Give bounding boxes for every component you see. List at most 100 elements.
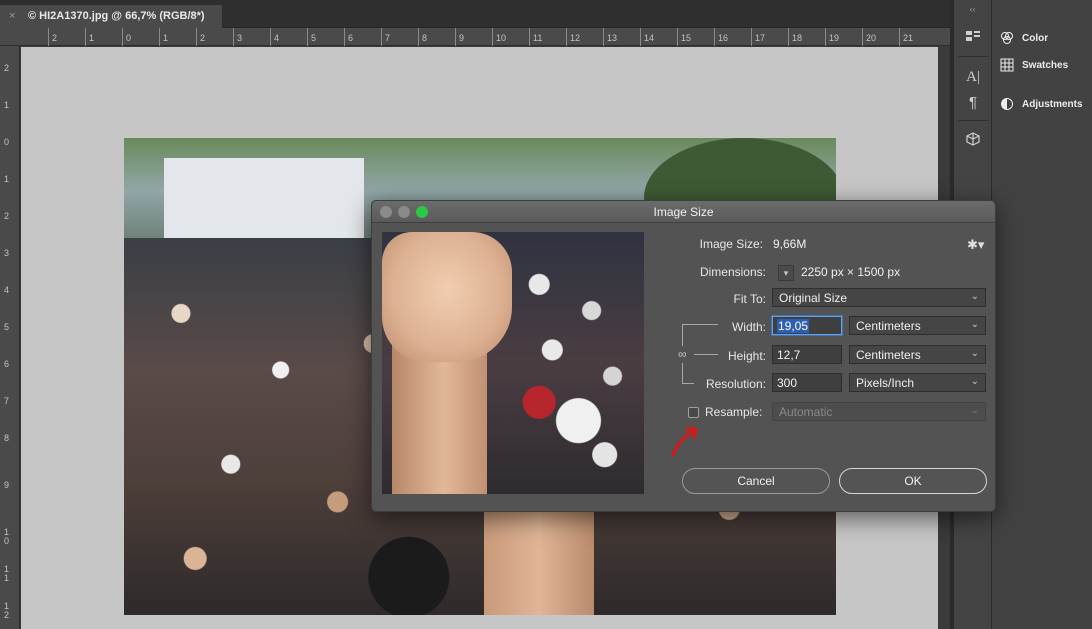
ruler-v-tick: 2 — [4, 211, 10, 221]
ruler-h-tick: 1 — [84, 28, 95, 46]
color-panel-tab[interactable]: Color — [1000, 28, 1048, 48]
resample-label: Resample: — [705, 405, 763, 419]
annotation-arrow-icon — [671, 427, 698, 457]
paragraph-icon[interactable]: ¶ — [962, 92, 984, 114]
swatches-icon — [1000, 58, 1014, 72]
ruler-v-tick: 4 — [4, 285, 10, 295]
constrain-bracket-top — [682, 324, 718, 325]
constrain-proportions-link-icon[interactable]: ∞ — [678, 347, 687, 361]
ruler-v-tick: 6 — [4, 359, 10, 369]
libraries-icon[interactable] — [962, 28, 984, 50]
document-tab[interactable]: × © HI2A1370.jpg @ 66,7% (RGB/8*) — [0, 5, 222, 28]
3d-icon[interactable] — [962, 131, 984, 153]
ruler-h-tick: 10 — [491, 28, 507, 46]
color-icon — [1000, 31, 1014, 45]
resample-method-select[interactable]: Automatic ⌄ — [772, 402, 986, 421]
height-label: Height: — [727, 349, 766, 363]
resolution-unit-select[interactable]: Pixels/Inch ⌄ — [849, 373, 986, 392]
height-unit-value: Centimeters — [856, 348, 921, 362]
adjustments-panel-tab[interactable]: Adjustments — [1000, 94, 1083, 114]
ruler-h-tick: 1 — [158, 28, 169, 46]
dimensions-label: Dimensions: — [699, 265, 766, 279]
ruler-v-tick: 5 — [4, 322, 10, 332]
width-input-value: 19,05 — [777, 319, 810, 333]
ruler-h-tick: 7 — [380, 28, 391, 46]
constrain-bracket-bottom — [682, 383, 694, 384]
image-size-label: Image Size: — [699, 237, 763, 251]
dimensions-value: 2250 px × 1500 px — [801, 265, 901, 279]
ruler-v-tick: 10 — [4, 527, 10, 546]
ruler-v-tick: 12 — [4, 601, 10, 620]
swatches-panel-tab[interactable]: Swatches — [1000, 55, 1068, 75]
adjustments-panel-label: Adjustments — [1022, 98, 1083, 110]
ruler-h-tick: 13 — [602, 28, 618, 46]
modified-mark: © — [28, 10, 37, 22]
ruler-h-tick: 5 — [306, 28, 317, 46]
width-unit-value: Centimeters — [856, 319, 921, 333]
ruler-h-tick: 3 — [232, 28, 243, 46]
ruler-h-tick: 4 — [269, 28, 280, 46]
constrain-bracket-upper — [682, 324, 683, 346]
ruler-h-tick: 2 — [47, 28, 58, 46]
dimensions-units-chevron-icon[interactable]: ▾ — [778, 265, 794, 281]
width-label: Width: — [731, 320, 766, 334]
vertical-ruler[interactable]: 2 1 0 1 2 3 4 5 6 7 8 9 10 11 12 — [0, 46, 20, 629]
ruler-h-tick: 2 — [195, 28, 206, 46]
fit-to-label: Fit To: — [733, 292, 766, 306]
fit-to-value: Original Size — [779, 291, 848, 305]
ruler-h-tick: 17 — [750, 28, 766, 46]
collapse-panels-icon[interactable]: ‹‹ — [954, 4, 991, 14]
cancel-button[interactable]: Cancel — [682, 468, 830, 494]
constrain-bracket-lower — [682, 363, 683, 383]
ruler-v-tick: 7 — [4, 396, 10, 406]
ruler-h-tick: 14 — [639, 28, 655, 46]
ruler-h-tick: 6 — [343, 28, 354, 46]
preview-fist — [382, 232, 512, 362]
dock-separator — [958, 56, 988, 57]
chevron-down-icon: ⌄ — [970, 376, 979, 387]
ruler-v-tick: 3 — [4, 248, 10, 258]
ruler-v-tick: 1 — [4, 174, 10, 184]
chevron-down-icon: ⌄ — [970, 291, 979, 302]
ruler-v-tick: 1 — [4, 100, 10, 110]
ruler-h-tick: 18 — [787, 28, 803, 46]
ruler-v-tick: 2 — [4, 63, 10, 73]
resample-method-value: Automatic — [779, 405, 833, 419]
width-unit-select[interactable]: Centimeters ⌄ — [849, 316, 986, 335]
document-tab-title: HI2A1370.jpg @ 66,7% (RGB/8*) — [39, 10, 205, 22]
ruler-h-tick: 9 — [454, 28, 465, 46]
dialog-title-bar[interactable]: Image Size — [372, 201, 995, 223]
ruler-v-tick: 0 — [4, 137, 10, 147]
fit-to-select[interactable]: Original Size ⌄ — [772, 288, 986, 307]
ruler-h-tick: 0 — [121, 28, 132, 46]
character-icon[interactable]: A| — [962, 66, 984, 88]
image-size-value: 9,66M — [773, 237, 807, 251]
horizontal-ruler[interactable]: 2 1 0 1 2 3 4 5 6 7 8 9 10 11 12 13 14 1… — [0, 28, 950, 46]
chevron-down-icon: ⌄ — [970, 348, 979, 359]
ruler-h-tick: 15 — [676, 28, 692, 46]
ok-button[interactable]: OK — [839, 468, 987, 494]
adjustments-icon — [1000, 97, 1014, 111]
ruler-h-tick: 19 — [824, 28, 840, 46]
ruler-h-tick: 21 — [898, 28, 914, 46]
color-panel-label: Color — [1022, 32, 1049, 44]
constrain-bracket-mid — [694, 354, 718, 355]
chevron-down-icon: ⌄ — [970, 319, 979, 330]
resample-checkbox[interactable] — [688, 407, 699, 418]
close-tab-icon[interactable]: × — [9, 5, 15, 28]
image-preview[interactable] — [382, 232, 644, 494]
document-tab-bar: × © HI2A1370.jpg @ 66,7% (RGB/8*) — [0, 0, 950, 28]
width-input[interactable]: 19,05 — [772, 316, 842, 335]
ruler-v-tick: 8 — [4, 433, 10, 443]
settings-gear-icon[interactable]: ✱▾ — [967, 237, 984, 253]
panel-dock: Color Swatches Adjustments — [992, 0, 1092, 629]
photoshop-window: × © HI2A1370.jpg @ 66,7% (RGB/8*) 2 1 0 … — [0, 0, 1092, 629]
ruler-v-tick: 11 — [4, 564, 10, 583]
ruler-h-tick: 11 — [528, 28, 543, 46]
ruler-h-tick: 12 — [565, 28, 581, 46]
resolution-input[interactable]: 300 — [772, 373, 842, 392]
height-input[interactable]: 12,7 — [772, 345, 842, 364]
resolution-unit-value: Pixels/Inch — [856, 376, 915, 390]
height-unit-select[interactable]: Centimeters ⌄ — [849, 345, 986, 364]
ruler-v-tick: 9 — [4, 480, 10, 490]
